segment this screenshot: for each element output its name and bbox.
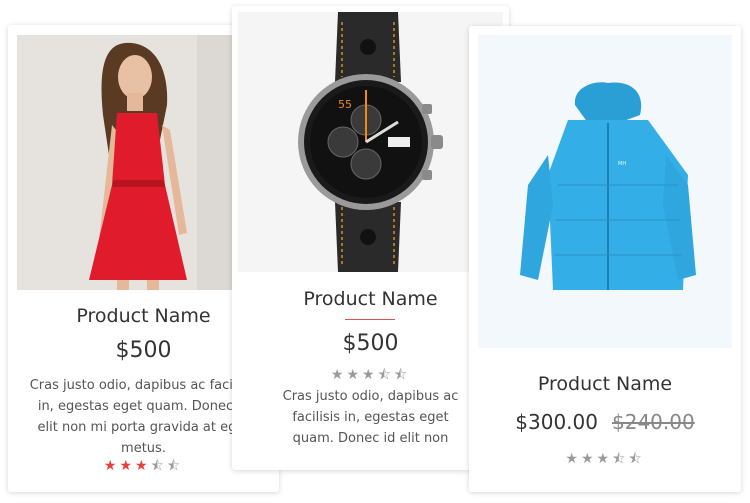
product-card[interactable]: 55 Product Name $500 ★★★⯪⯪ Cras justo od…	[232, 6, 509, 470]
title-divider	[345, 319, 395, 320]
product-title[interactable]: Product Name	[232, 288, 509, 310]
product-price: $300.00 $240.00	[469, 410, 741, 434]
product-title[interactable]: Product Name	[469, 373, 741, 395]
star-full-icon: ★	[103, 458, 120, 474]
star-full-icon: ★	[330, 367, 347, 383]
wristwatch-image: 55	[238, 12, 503, 272]
star-full-icon: ★	[119, 458, 136, 474]
product-description: Cras justo odio, dapibus ac facilisis in…	[29, 378, 258, 456]
rating-stars: ★★★⯪⯪	[232, 364, 509, 388]
rating-stars: ★★★⯪⯪	[469, 448, 741, 472]
product-image-watch[interactable]: 55	[238, 12, 503, 272]
blue-jacket-image: MH	[478, 35, 732, 348]
star-full-icon: ★	[580, 451, 597, 467]
star-half-icon: ⯪	[612, 451, 629, 467]
current-price: $300.00	[515, 410, 598, 434]
product-price: $500	[342, 331, 399, 356]
svg-text:55: 55	[338, 98, 352, 111]
star-half-icon: ⯪	[393, 367, 411, 383]
star-full-icon: ★	[346, 367, 363, 383]
star-full-icon: ★	[596, 451, 613, 467]
star-half-icon: ⯪	[166, 458, 184, 474]
product-image-jacket[interactable]: MH	[478, 35, 732, 348]
old-price: $240.00	[612, 410, 695, 434]
star-half-icon: ⯪	[628, 451, 645, 467]
star-full-icon: ★	[135, 458, 151, 474]
star-full-icon: ★	[565, 451, 581, 467]
star-full-icon: ★	[362, 367, 378, 383]
svg-text:MH: MH	[618, 161, 626, 167]
star-half-icon: ⯪	[150, 458, 167, 474]
star-half-icon: ⯪	[377, 367, 394, 383]
product-description: Cras justo odio, dapibus ac facilisis in…	[282, 389, 459, 446]
product-card[interactable]: MH Product Name $300.00 $240.00 ★★★⯪⯪	[469, 26, 741, 492]
